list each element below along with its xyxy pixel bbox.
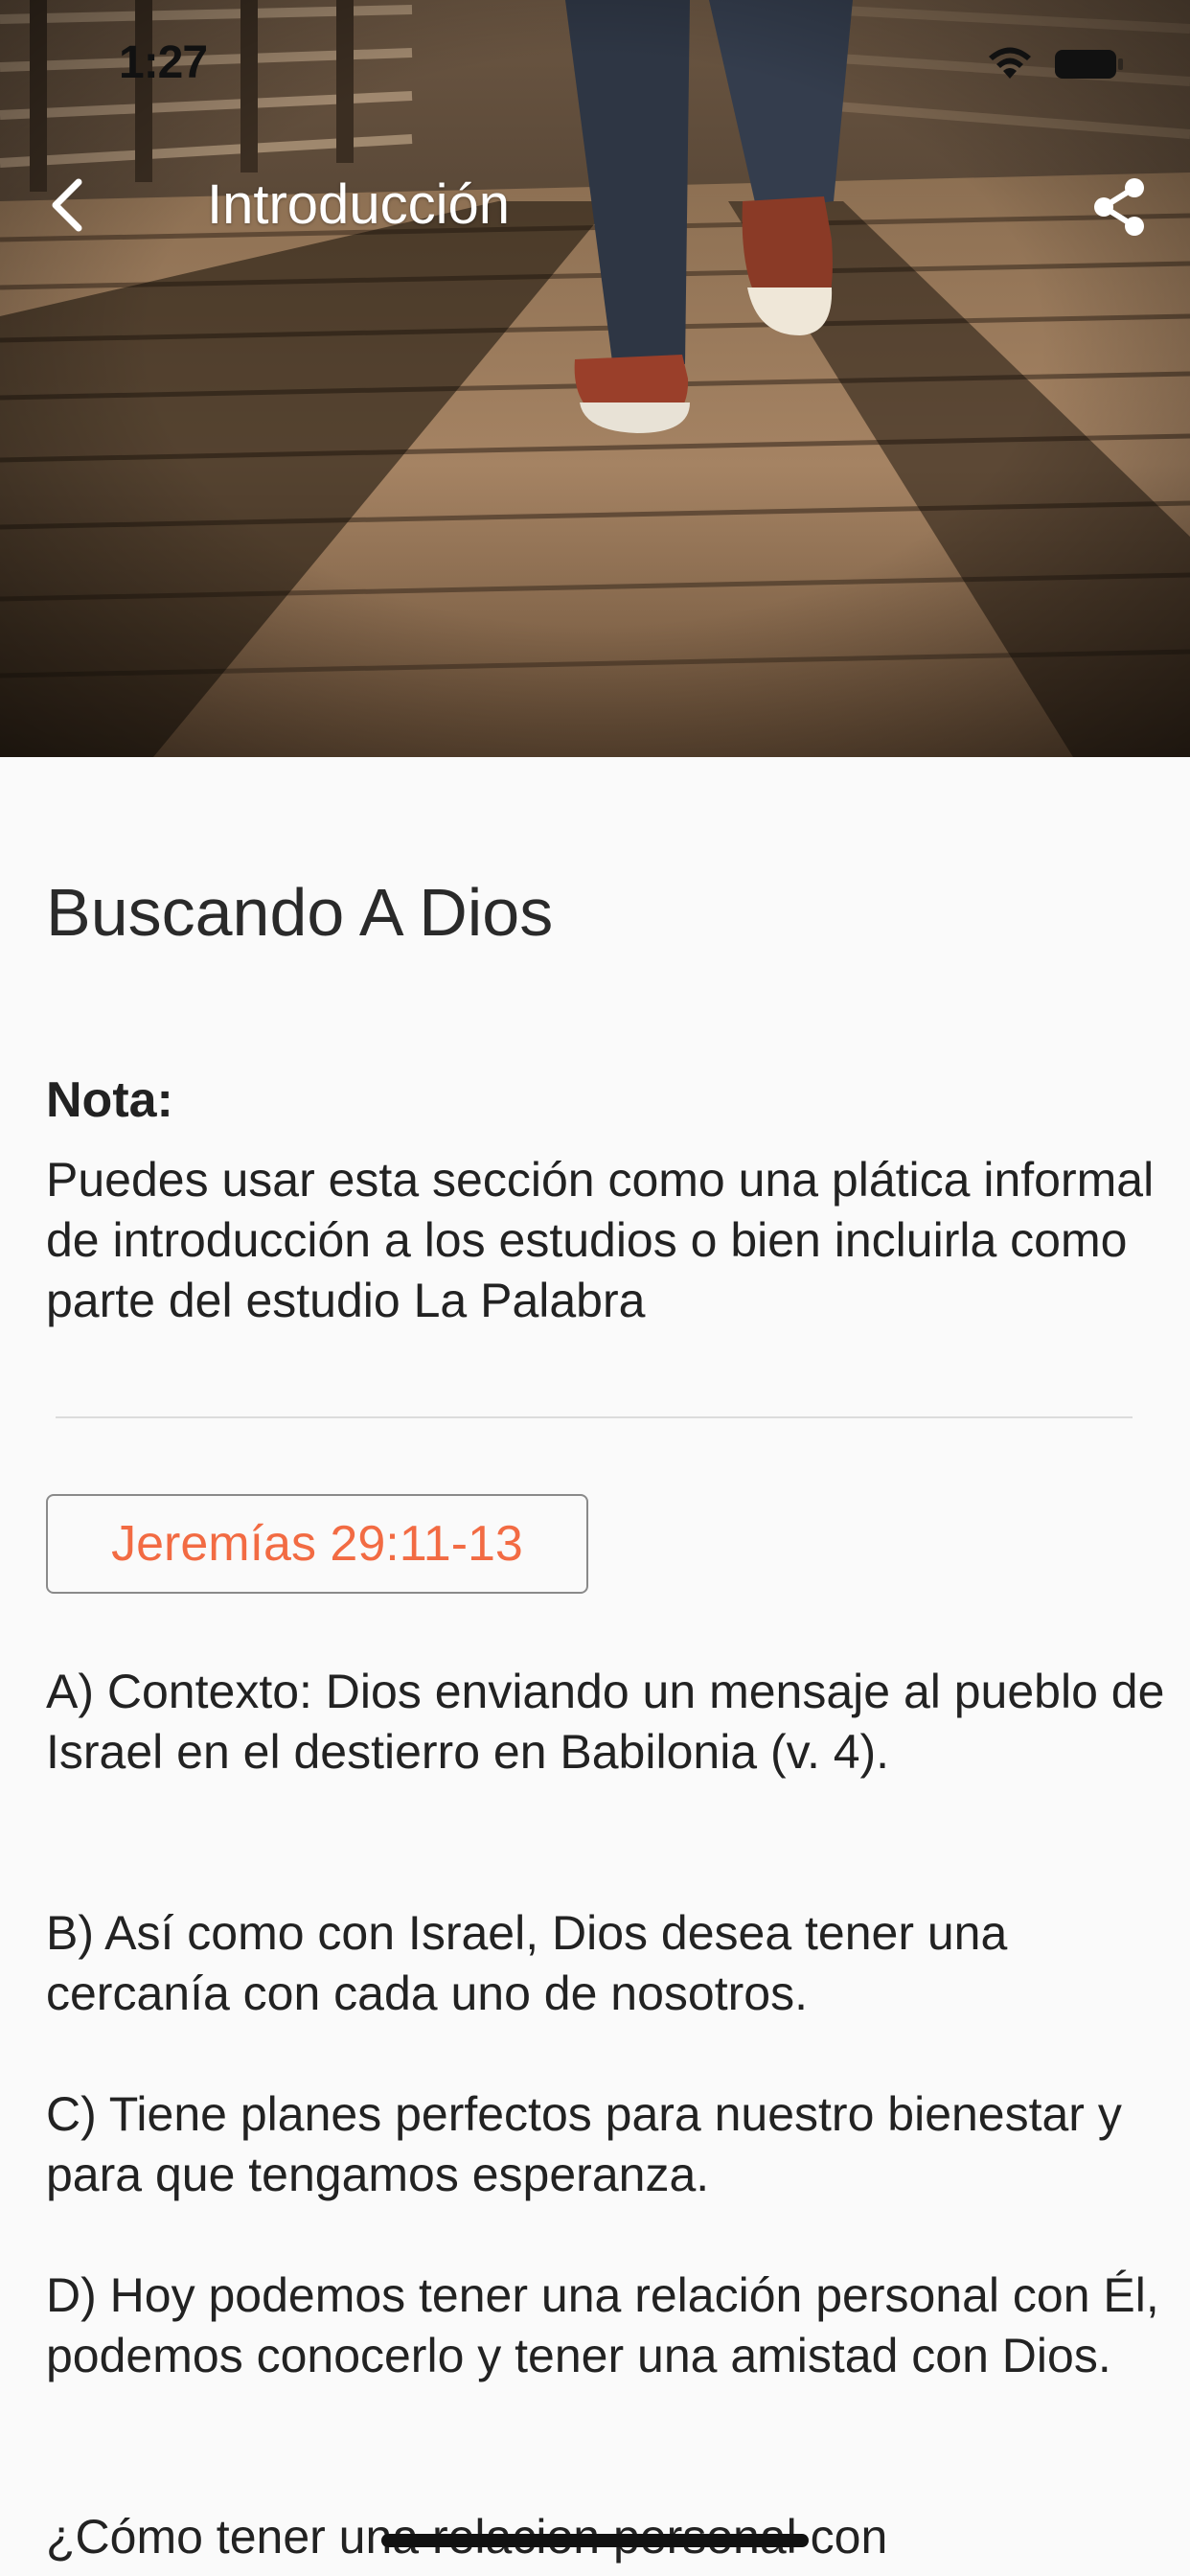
paragraph-d: D) Hoy podemos tener una relación person…: [46, 2268, 1159, 2382]
note-text: Puedes usar esta sección como una plátic…: [46, 1153, 1155, 1327]
status-time: 1:27: [119, 37, 208, 88]
status-bar: 1:27: [0, 0, 1190, 126]
share-button[interactable]: [1081, 169, 1157, 245]
verse-reference-button[interactable]: Jeremías 29:11-13: [46, 1494, 588, 1594]
chevron-left-icon: [52, 178, 82, 232]
screen: 1:27 Introducción Buscando A Dios Nota: …: [0, 0, 1190, 2576]
back-button[interactable]: [29, 167, 105, 243]
content-area: Buscando A Dios Nota: Puedes usar esta s…: [0, 757, 1190, 2576]
wifi-icon: [989, 47, 1031, 79]
paragraph-b: B) Así como con Israel, Dios desea tener…: [46, 1906, 1008, 2020]
nav-bar: Introducción: [0, 153, 1190, 259]
paragraph-a: A) Contexto: Dios enviando un mensaje al…: [46, 1665, 1165, 1779]
note-label: Nota:: [46, 1072, 173, 1128]
share-icon: [1094, 178, 1144, 236]
battery-icon: [1055, 50, 1123, 79]
divider: [56, 1416, 1133, 1418]
page-title: Buscando A Dios: [46, 875, 554, 950]
home-indicator[interactable]: [381, 2534, 809, 2547]
nav-title: Introducción: [207, 173, 510, 236]
paragraph-c: C) Tiene planes perfectos para nuestro b…: [46, 2087, 1122, 2201]
